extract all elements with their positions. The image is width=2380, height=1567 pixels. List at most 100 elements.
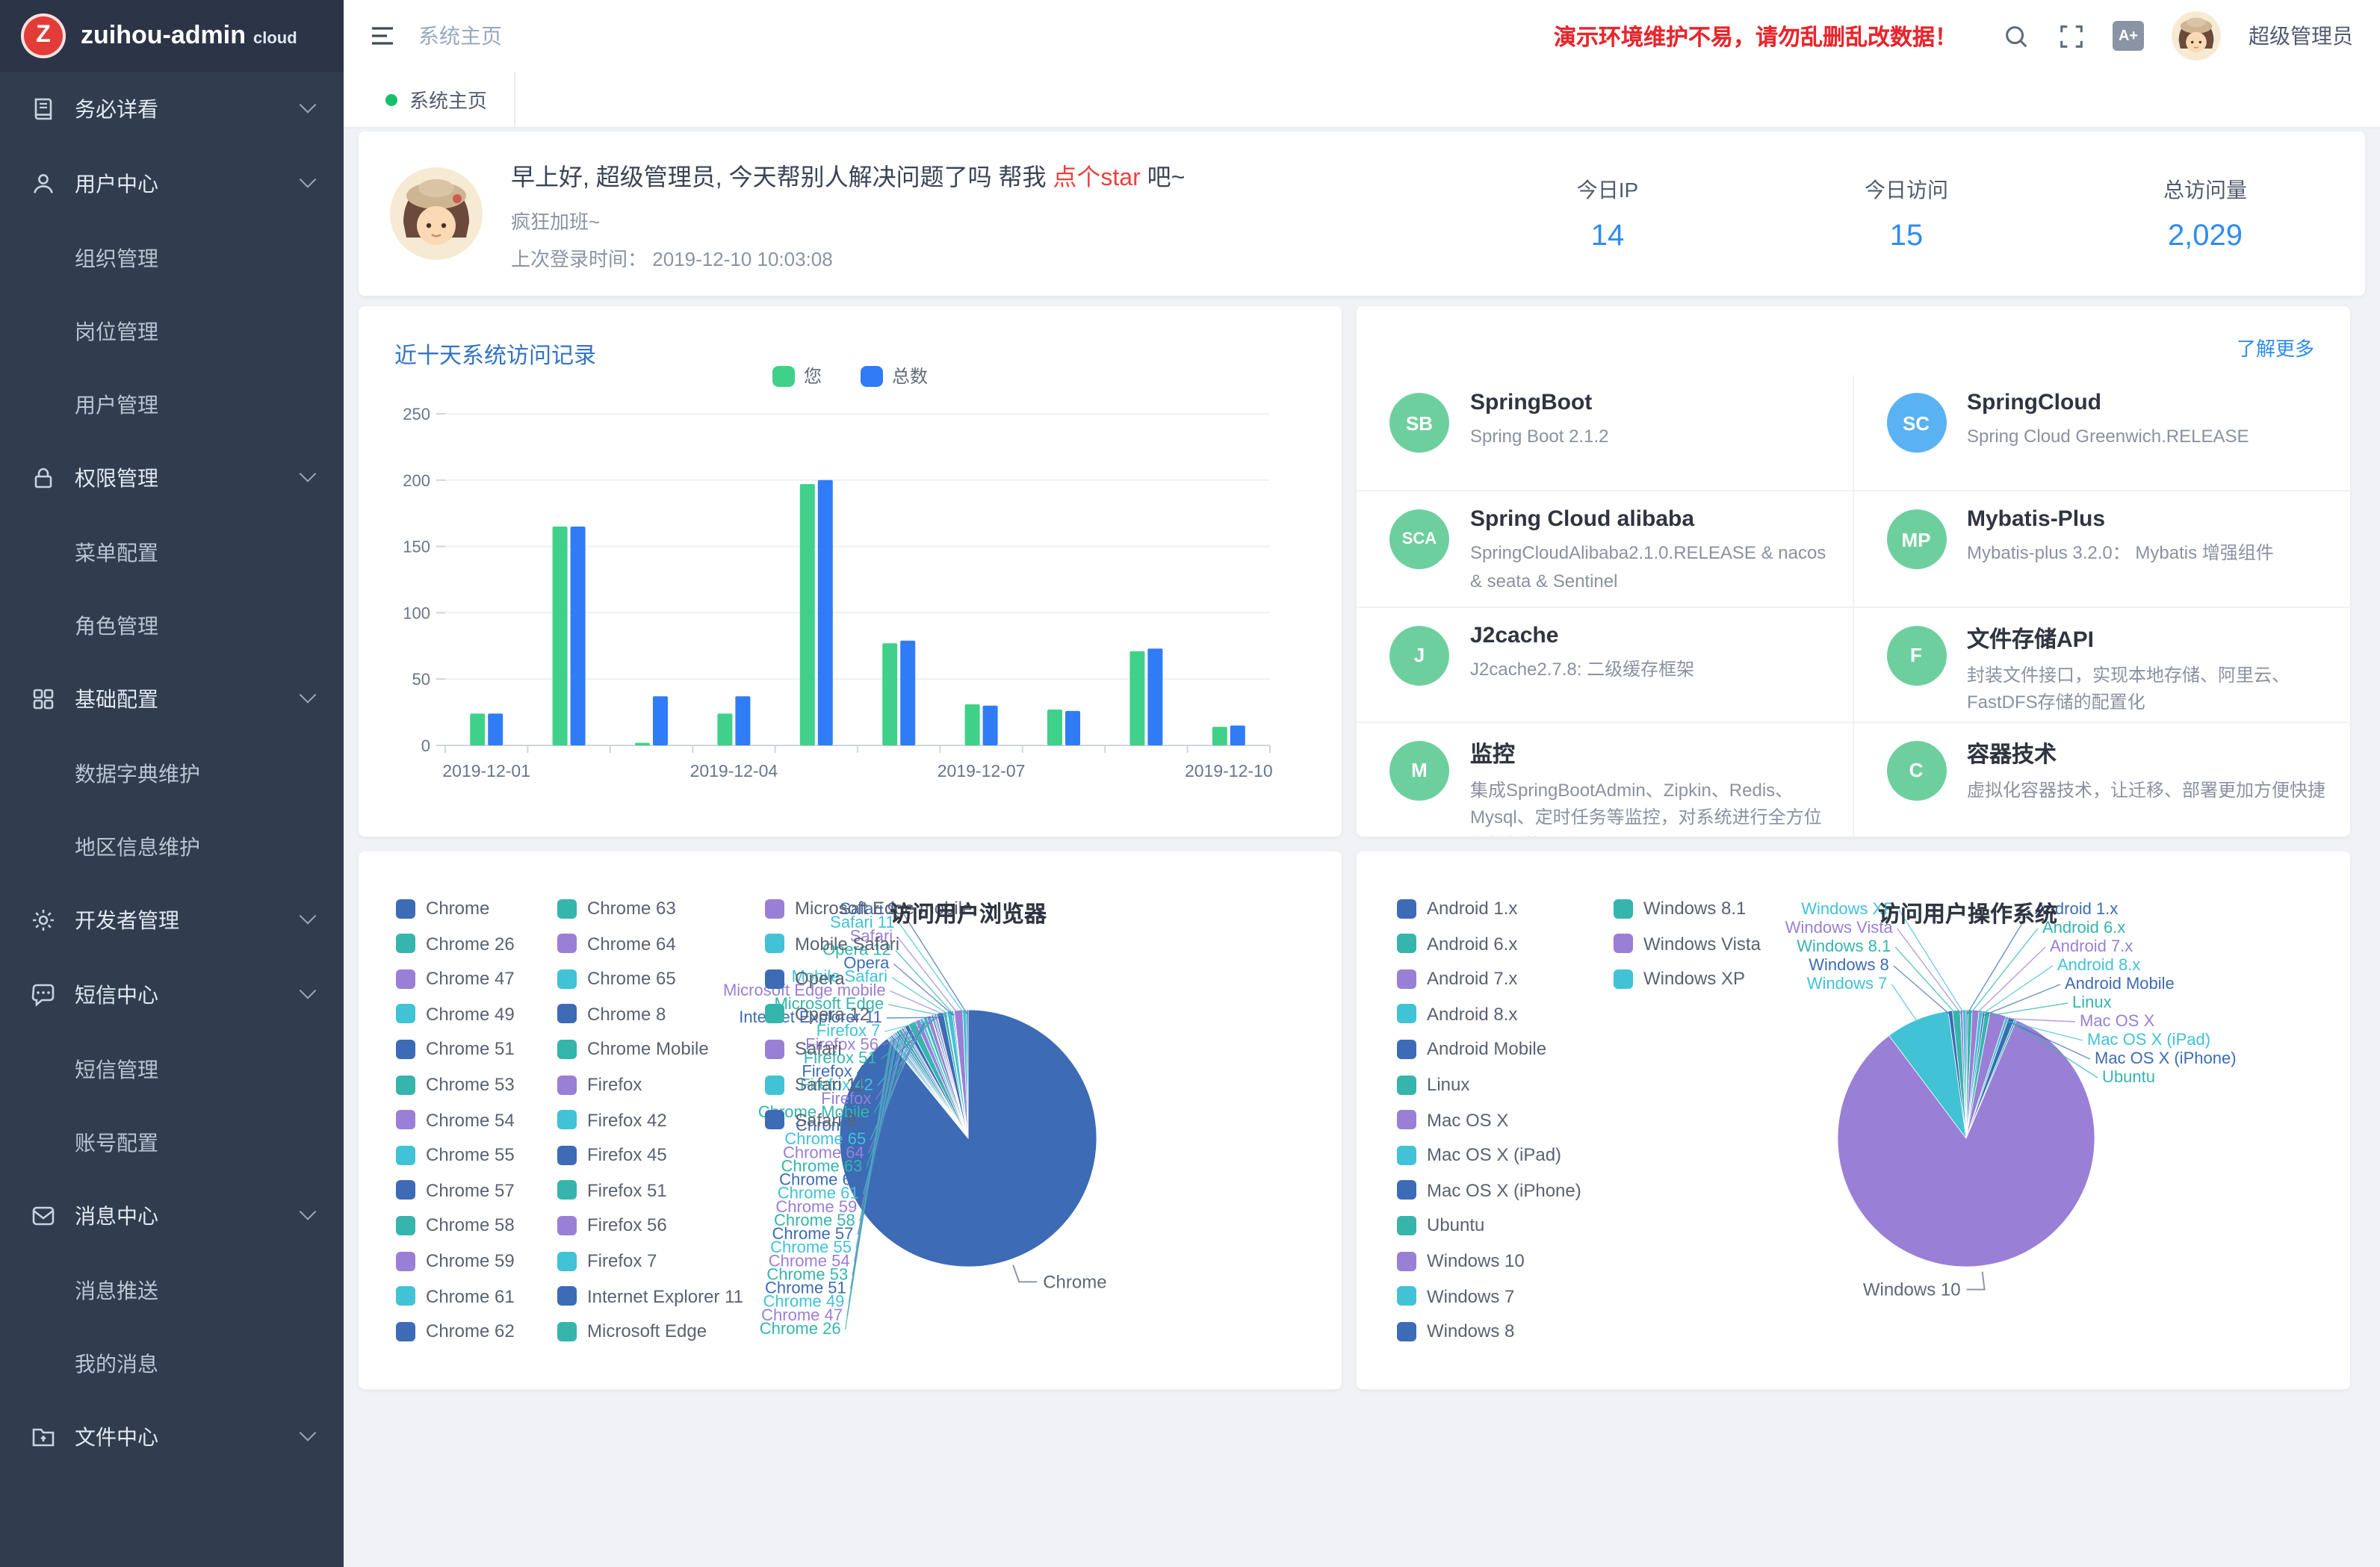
bar-series-1[interactable] <box>1065 711 1080 745</box>
sidebar-subitem[interactable]: 消息推送 <box>0 1253 344 1326</box>
legend-item[interactable]: Chrome 59 <box>396 1250 515 1271</box>
sidebar-subitem[interactable]: 我的消息 <box>0 1326 344 1400</box>
fullscreen-icon[interactable] <box>2057 22 2086 50</box>
bar-series-1[interactable] <box>818 480 833 745</box>
sidebar-item[interactable]: 消息中心 <box>0 1179 344 1253</box>
bar-series-1[interactable] <box>983 706 998 745</box>
legend-item[interactable]: Windows 7 <box>1397 1285 1514 1306</box>
legend-item[interactable]: Internet Explorer 11 <box>557 1285 743 1306</box>
breadcrumb[interactable]: 系统主页 <box>418 21 502 51</box>
bar-series-0[interactable] <box>1212 727 1227 745</box>
legend-item[interactable]: Windows Vista <box>1614 933 1761 954</box>
legend-item[interactable]: Chrome 26 <box>396 933 515 954</box>
sidebar-item[interactable]: 开发者管理 <box>0 883 344 958</box>
legend-item[interactable]: Chrome 57 <box>396 1180 515 1201</box>
legend-item[interactable]: Firefox 51 <box>557 1180 667 1201</box>
legend-item[interactable]: Firefox 45 <box>557 1144 667 1165</box>
learn-more-link[interactable]: 了解更多 <box>2237 333 2314 362</box>
font-size-button[interactable]: A+ <box>2113 21 2144 51</box>
legend-item[interactable]: Safari <box>765 1039 842 1060</box>
legend-item[interactable]: 您 <box>772 363 822 388</box>
legend-item[interactable]: Opera 12 <box>765 1004 870 1025</box>
sidebar-item[interactable]: 基础配置 <box>0 662 344 736</box>
sidebar-subitem[interactable]: 菜单配置 <box>0 515 344 589</box>
sidebar-subitem[interactable]: 组织管理 <box>0 221 344 294</box>
legend-item[interactable]: Linux <box>1397 1074 1469 1095</box>
legend-item[interactable]: Safari 9 <box>765 1109 857 1130</box>
legend-item[interactable]: Windows 8 <box>1397 1321 1514 1341</box>
legend-item[interactable]: Firefox <box>557 1074 642 1095</box>
legend-item[interactable]: Windows XP <box>1614 968 1745 989</box>
legend-item[interactable]: Chrome 61 <box>396 1285 515 1306</box>
app-logo[interactable]: Z zuihou-admin cloud <box>0 0 344 72</box>
bar-series-0[interactable] <box>635 742 650 745</box>
legend-item[interactable]: Chrome 65 <box>557 968 676 989</box>
bar-series-1[interactable] <box>900 641 915 745</box>
legend-item[interactable]: Windows 8.1 <box>1614 898 1746 919</box>
star-link[interactable]: 点个star <box>1053 165 1140 190</box>
legend-item[interactable]: Firefox 42 <box>557 1109 667 1130</box>
bar-series-1[interactable] <box>1230 725 1245 745</box>
legend-item[interactable]: Mac OS X <box>1397 1109 1508 1130</box>
legend-item[interactable]: Chrome 55 <box>396 1144 515 1165</box>
sidebar-item[interactable]: 短信中心 <box>0 958 344 1032</box>
legend-item[interactable]: Chrome 54 <box>396 1109 515 1130</box>
legend-item[interactable]: Microsoft Edge <box>557 1321 707 1341</box>
legend-item[interactable]: Chrome Mobile <box>557 1039 709 1060</box>
bar-series-1[interactable] <box>1147 648 1162 745</box>
bar-series-0[interactable] <box>470 713 485 745</box>
bar-series-0[interactable] <box>717 713 732 745</box>
bar-series-1[interactable] <box>735 696 750 745</box>
legend-item[interactable]: Mac OS X (iPad) <box>1397 1144 1561 1165</box>
legend-item[interactable]: Android 8.x <box>1397 1004 1517 1025</box>
legend-item[interactable]: Chrome 51 <box>396 1039 515 1060</box>
menu-collapse-icon[interactable] <box>368 21 397 51</box>
sidebar-subitem[interactable]: 地区信息维护 <box>0 810 344 883</box>
bar-series-1[interactable] <box>488 713 503 745</box>
bar-series-0[interactable] <box>1047 710 1062 745</box>
legend-item[interactable]: Android 7.x <box>1397 968 1517 989</box>
legend-item[interactable]: Chrome 64 <box>557 933 676 954</box>
avatar[interactable] <box>2171 10 2222 61</box>
sidebar-subitem[interactable]: 账号配置 <box>0 1105 344 1179</box>
sidebar-item[interactable]: 务必详看 <box>0 72 344 146</box>
username[interactable]: 超级管理员 <box>2249 21 2353 51</box>
search-icon[interactable] <box>2002 22 2030 50</box>
legend-item[interactable]: Chrome <box>396 898 489 919</box>
bar-series-0[interactable] <box>882 643 897 745</box>
legend-item[interactable]: Chrome 49 <box>396 1004 515 1025</box>
legend-item[interactable]: Mobile Safari <box>765 933 899 954</box>
sidebar-item[interactable]: 权限管理 <box>0 441 344 515</box>
sidebar-subitem[interactable]: 岗位管理 <box>0 294 344 367</box>
legend-item[interactable]: Android Mobile <box>1397 1039 1546 1060</box>
legend-item[interactable]: 总数 <box>861 363 928 388</box>
legend-item[interactable]: Chrome 8 <box>557 1004 666 1025</box>
tab-home[interactable]: 系统主页 <box>359 72 515 127</box>
sidebar-subitem[interactable]: 短信管理 <box>0 1032 344 1105</box>
bar-series-1[interactable] <box>571 527 586 745</box>
sidebar-item[interactable]: 用户中心 <box>0 146 344 221</box>
legend-item[interactable]: Ubuntu <box>1397 1215 1484 1236</box>
legend-item[interactable]: Mac OS X (iPhone) <box>1397 1180 1581 1201</box>
bar-series-0[interactable] <box>1129 651 1144 745</box>
bar-series-0[interactable] <box>965 704 980 745</box>
bar-series-0[interactable] <box>553 527 568 745</box>
legend-item[interactable]: Chrome 62 <box>396 1321 515 1341</box>
sidebar-subitem[interactable]: 角色管理 <box>0 589 344 662</box>
sidebar-item[interactable]: 文件中心 <box>0 1400 344 1474</box>
legend-item[interactable]: Chrome 63 <box>557 898 676 919</box>
legend-item[interactable]: Opera <box>765 968 845 989</box>
sidebar-subitem[interactable]: 用户管理 <box>0 367 344 441</box>
sidebar-subitem[interactable]: 数据字典维护 <box>0 736 344 810</box>
legend-item[interactable]: Firefox 7 <box>557 1250 657 1271</box>
legend-item[interactable]: Windows 10 <box>1397 1250 1525 1271</box>
bar-series-1[interactable] <box>653 696 668 745</box>
legend-item[interactable]: Android 1.x <box>1397 898 1517 919</box>
bar-series-0[interactable] <box>800 484 815 745</box>
legend-item[interactable]: Safari 11 <box>765 1074 865 1095</box>
legend-item[interactable]: Chrome 53 <box>396 1074 515 1095</box>
legend-item[interactable]: Chrome 47 <box>396 968 515 989</box>
legend-item[interactable]: Chrome 58 <box>396 1215 515 1236</box>
legend-item[interactable]: Firefox 56 <box>557 1215 667 1236</box>
legend-item[interactable]: Android 6.x <box>1397 933 1517 954</box>
